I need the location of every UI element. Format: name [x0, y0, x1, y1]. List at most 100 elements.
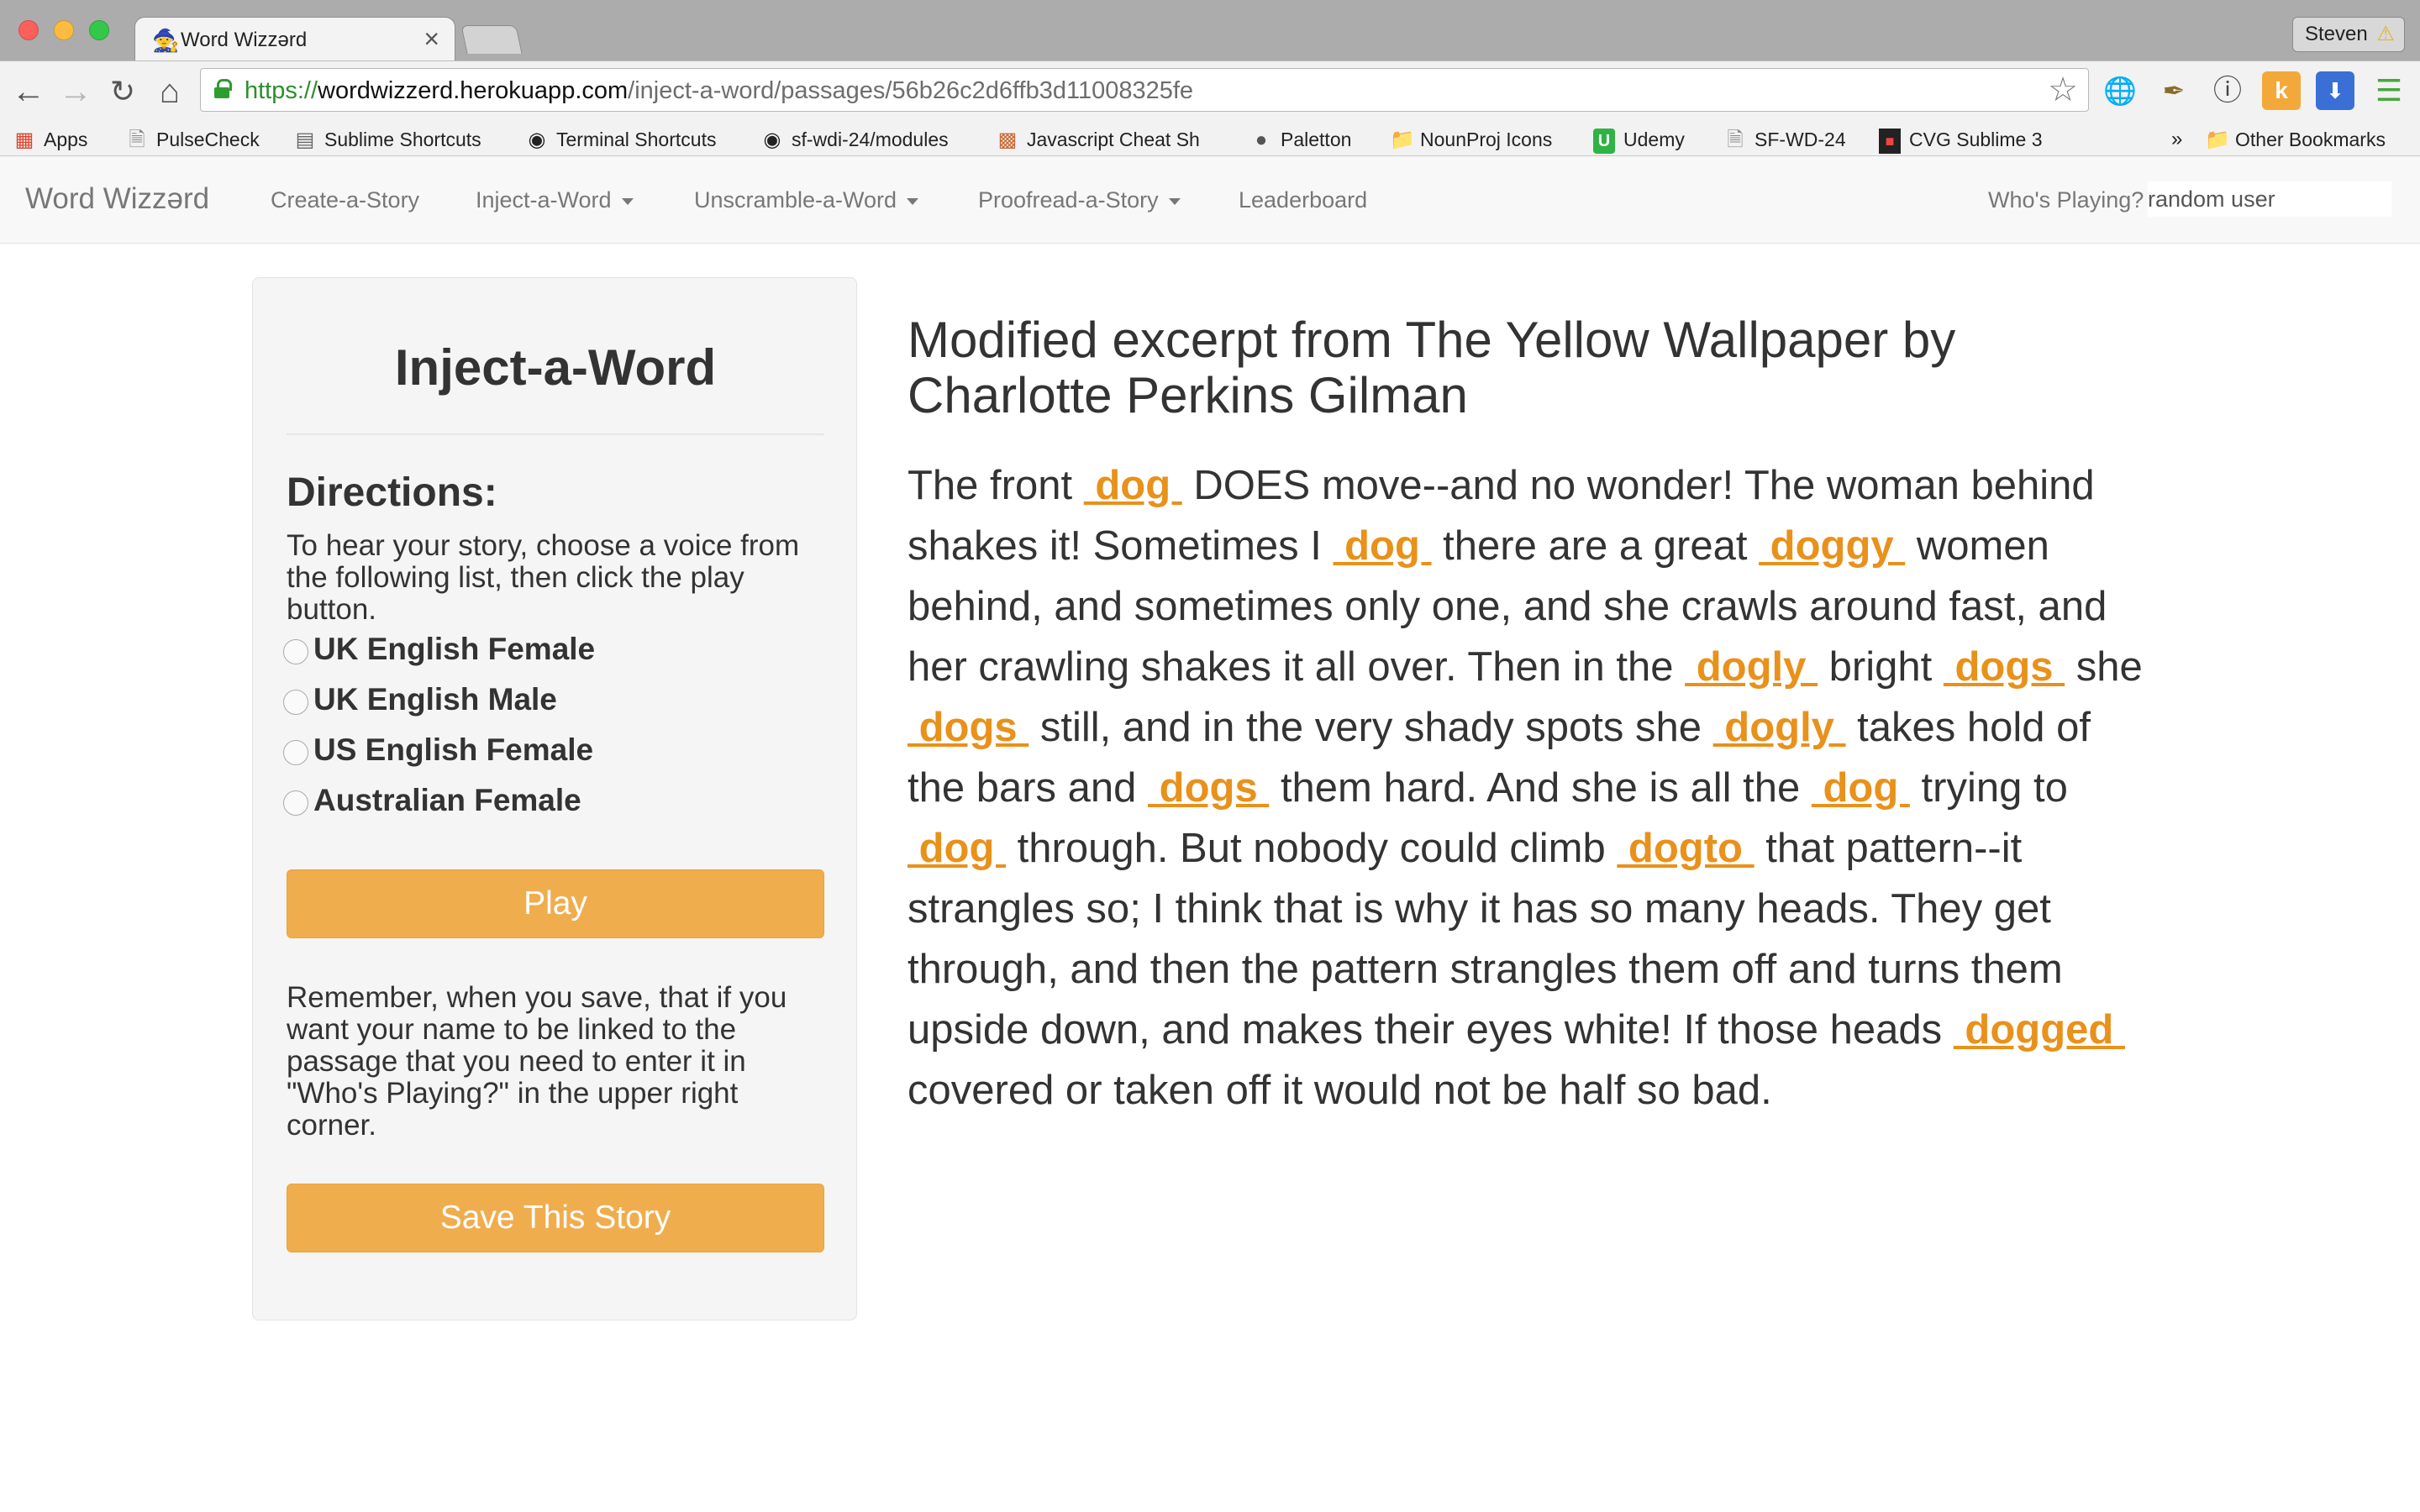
brand-logo[interactable]: Word Wizzərd — [25, 181, 209, 217]
injected-word: dogto — [1617, 826, 1754, 871]
cheat-sheet-icon: ▩ — [997, 129, 1018, 151]
passage-segment: still, and in the very shady spots she — [1028, 705, 1713, 750]
nav-unscramble-a-word[interactable]: Unscramble-a-Word — [694, 185, 919, 215]
bookmark-label: CVG Sublime 3 — [1909, 129, 2043, 150]
panel-title: Inject-a-Word — [394, 339, 717, 396]
bookmark-label: Javascript Cheat Sh — [1027, 129, 1200, 150]
bookmarks-bar: ▦ Apps 🗎 PulseCheck ▤ Sublime Shortcuts ◉ Te… — [0, 121, 2420, 156]
inject-a-word-panel: Inject-a-Word Directions: To hear your s… — [252, 277, 857, 1320]
nav-label: Proofread-a-Story — [978, 187, 1159, 213]
wizard-favicon-icon: 🧙 — [152, 28, 180, 53]
bookmark-label: Paletton — [1281, 129, 1352, 150]
voice-option-uk-english-male[interactable]: UK English Male — [283, 681, 557, 718]
bookmark-star-icon[interactable]: ☆ — [2048, 71, 2078, 108]
bookmark-label: Sublime Shortcuts — [324, 129, 481, 150]
directions-text: To hear your story, choose a voice from … — [287, 529, 800, 626]
nav-create-a-story[interactable]: Create-a-Story — [271, 185, 419, 215]
passage-segment: she — [2065, 644, 2143, 690]
injected-word: doggy — [1759, 523, 1906, 569]
reload-icon[interactable]: ↻ — [103, 71, 143, 112]
udemy-icon: U — [1593, 129, 1615, 154]
nav-leaderboard[interactable]: Leaderboard — [1239, 185, 1367, 215]
save-story-button[interactable]: Save This Story — [287, 1184, 824, 1252]
nav-inject-a-word[interactable]: Inject-a-Word — [476, 185, 634, 215]
nav-label: Inject-a-Word — [476, 187, 612, 213]
address-bar[interactable]: https://wordwizzerd.herokuapp.com/inject… — [200, 68, 2089, 112]
injected-word: dog — [1083, 463, 1182, 508]
bookmark-label: NounProj Icons — [1420, 129, 1553, 150]
bookmark-paletton[interactable]: ● Paletton — [1250, 127, 1352, 152]
home-icon[interactable]: ⌂ — [150, 71, 190, 112]
voice-option-us-english-female[interactable]: US English Female — [283, 732, 593, 769]
github-icon: ◉ — [763, 129, 781, 151]
bookmark-javascript-cheat-sheet[interactable]: ▩ Javascript Cheat Sh — [997, 127, 1228, 152]
radio-button[interactable] — [283, 639, 308, 664]
sheet-icon: ▤ — [295, 129, 315, 151]
menu-icon[interactable]: ☰ — [2370, 71, 2408, 110]
browser-tab[interactable]: 🧙 Word Wizzərd × — [134, 17, 455, 62]
injected-word: dogly — [1712, 705, 1846, 750]
close-tab-icon[interactable]: × — [424, 24, 439, 53]
new-tab-button[interactable] — [460, 25, 523, 54]
voice-label: UK English Female — [313, 632, 596, 666]
profile-button[interactable]: Steven ⚠ — [2292, 17, 2405, 52]
voice-option-uk-english-female[interactable]: UK English Female — [283, 631, 595, 668]
passage-text: The front dog DOES move--and no wonder! … — [908, 455, 2151, 1121]
passage-segment: trying to — [1909, 765, 2068, 811]
voice-label: UK English Male — [313, 682, 557, 717]
zoom-window-icon[interactable] — [89, 20, 109, 40]
bookmark-sublime-shortcuts[interactable]: ▤ Sublime Shortcuts — [294, 127, 481, 152]
bookmark-nounproj-icons[interactable]: 📁 NounProj Icons — [1390, 127, 1552, 152]
nav-label: Create-a-Story — [271, 187, 420, 213]
globe-extension-icon[interactable]: 🌐 — [2101, 71, 2139, 110]
divider — [287, 433, 824, 435]
k-extension-icon[interactable]: k — [2262, 71, 2301, 110]
bookmark-sf-wd-24[interactable]: 🗎 SF-WD-24 — [1724, 127, 1845, 152]
cvg-icon: ■ — [1879, 129, 1901, 154]
bookmark-other-bookmarks[interactable]: 📁 Other Bookmarks — [2205, 127, 2386, 152]
caret-down-icon — [1168, 197, 1181, 205]
injected-word: dog — [908, 826, 1007, 871]
close-window-icon[interactable] — [18, 20, 39, 40]
bookmarks-overflow-chevron-icon[interactable]: » — [2171, 127, 2182, 152]
warning-icon: ⚠ — [2376, 23, 2395, 45]
onepassword-extension-icon[interactable]: ⓘ — [2208, 71, 2247, 110]
passage-segment: there are a great — [1431, 523, 1760, 569]
bookmark-pulsecheck[interactable]: 🗎 PulseCheck — [126, 127, 259, 152]
bookmark-cvg-sublime-3[interactable]: ■ CVG Sublime 3 — [1879, 127, 2043, 154]
bookmark-label: Apps — [44, 129, 88, 150]
radio-button[interactable] — [283, 690, 308, 715]
site-navbar: Word Wizzərd Create-a-Story Inject-a-Wor… — [0, 156, 2420, 244]
forward-arrow-icon[interactable]: → — [55, 71, 96, 112]
radio-button[interactable] — [283, 790, 308, 816]
eyedropper-extension-icon[interactable]: ✒ — [2154, 71, 2193, 110]
nav-label: Unscramble-a-Word — [694, 187, 897, 213]
play-button[interactable]: Play — [287, 869, 824, 938]
bookmark-terminal-shortcuts[interactable]: ◉ Terminal Shortcuts — [526, 127, 717, 152]
bookmark-label: Udemy — [1623, 129, 1685, 150]
injected-word: dogly — [1685, 644, 1818, 690]
voice-label: US English Female — [313, 732, 594, 767]
whos-playing-label: Who's Playing? — [1988, 187, 2144, 213]
nav-proofread-a-story[interactable]: Proofread-a-Story — [978, 185, 1181, 215]
passage-segment: through. But nobody could climb — [1006, 826, 1618, 871]
bookmark-apps[interactable]: ▦ Apps — [13, 127, 88, 152]
back-arrow-icon[interactable]: ← — [8, 71, 49, 112]
url-text[interactable]: https://wordwizzerd.herokuapp.com/inject… — [245, 78, 1193, 103]
profile-name: Steven — [2305, 23, 2368, 45]
bookmark-udemy[interactable]: U Udemy — [1593, 127, 1685, 154]
browser-toolbar: ← → ↻ ⌂ https://wordwizzerd.herokuapp.co… — [0, 60, 2420, 121]
bookmark-label: sf-wdi-24/modules — [792, 129, 949, 150]
passage-segment: covered or taken off it would not be hal… — [908, 1068, 1772, 1113]
page-icon: 🗎 — [129, 129, 145, 151]
url-scheme: https:// — [245, 77, 318, 104]
lock-icon — [214, 79, 232, 98]
radio-button[interactable] — [283, 740, 308, 765]
minimize-window-icon[interactable] — [54, 20, 74, 40]
folder-icon: 📁 — [2205, 129, 2230, 151]
bookmark-sf-wdi-24-modules[interactable]: ◉ sf-wdi-24/modules — [761, 127, 949, 152]
pocket-extension-icon[interactable]: ⬇ — [2316, 71, 2354, 110]
whos-playing-input[interactable] — [2148, 181, 2391, 217]
page-icon: 🗎 — [1727, 129, 1744, 151]
voice-option-australian-female[interactable]: Australian Female — [283, 782, 581, 819]
